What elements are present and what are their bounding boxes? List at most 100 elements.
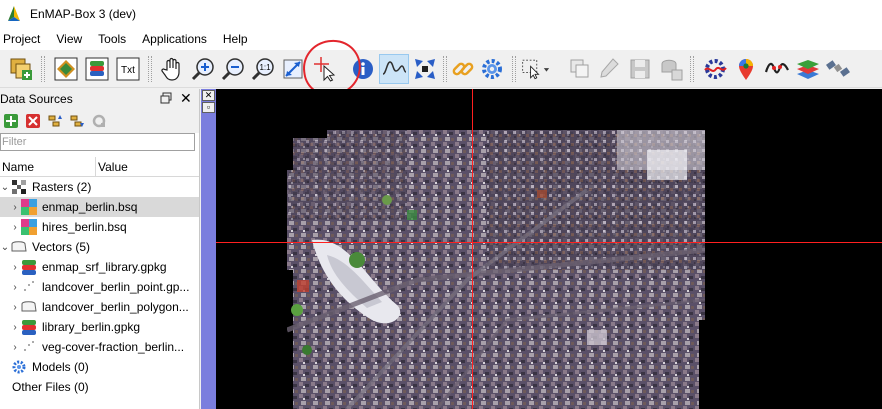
identify-profile-button[interactable] bbox=[379, 54, 409, 84]
raster-image bbox=[287, 130, 705, 409]
refresh-icon bbox=[92, 114, 106, 128]
collapsed-chevron-icon[interactable]: › bbox=[10, 322, 20, 333]
select-map-location-button[interactable] bbox=[311, 54, 341, 84]
center-map-button[interactable] bbox=[410, 54, 440, 84]
collapsed-chevron-icon[interactable]: › bbox=[10, 262, 20, 273]
tree-group-rasters[interactable]: ⌄ Rasters (2) bbox=[0, 177, 199, 197]
select-rectangle-icon bbox=[522, 59, 550, 80]
tree-item-landcover-polygon[interactable]: › landcover_berlin_polygon... bbox=[0, 297, 199, 317]
menu-help[interactable]: Help bbox=[220, 32, 251, 46]
spectral-library-icon bbox=[85, 57, 109, 81]
dock-float-icon[interactable]: ▫ bbox=[202, 102, 215, 113]
tree-item-enmap-srf-library[interactable]: › enmap_srf_library.gpkg bbox=[0, 257, 199, 277]
edit-button[interactable] bbox=[594, 54, 624, 84]
raster-group-icon bbox=[10, 179, 28, 195]
collapsed-chevron-icon[interactable]: › bbox=[10, 302, 20, 313]
window-title: EnMAP-Box 3 (dev) bbox=[30, 7, 137, 21]
settings-button[interactable] bbox=[477, 54, 507, 84]
identify-button[interactable] bbox=[348, 54, 378, 84]
zoom-in-button[interactable] bbox=[188, 54, 218, 84]
tree-item-hires-berlin[interactable]: › hires_berlin.bsq bbox=[0, 217, 199, 237]
tree-group-models[interactable]: Models (0) bbox=[0, 357, 199, 377]
processing-toolbox-button[interactable] bbox=[700, 54, 730, 84]
pan-button[interactable] bbox=[157, 54, 187, 84]
expanded-chevron-icon[interactable]: ⌄ bbox=[0, 242, 10, 253]
satellite-button[interactable] bbox=[823, 54, 853, 84]
tree-label: Models (0) bbox=[32, 360, 89, 374]
gear-icon bbox=[482, 59, 502, 79]
toolbar-separator bbox=[690, 56, 694, 82]
add-feature-button[interactable] bbox=[656, 54, 686, 84]
zoom-full-icon bbox=[283, 59, 303, 79]
collapsed-chevron-icon[interactable]: › bbox=[10, 222, 20, 233]
spectral-profile-button[interactable] bbox=[762, 54, 792, 84]
tree-label: veg-cover-fraction_berlin... bbox=[42, 340, 185, 354]
add-feature-icon bbox=[661, 59, 683, 81]
point-layer-icon bbox=[20, 339, 38, 355]
collapse-all-button[interactable] bbox=[44, 110, 66, 132]
zoom-pixel-scale-button[interactable]: 1:1 bbox=[248, 54, 278, 84]
text-view-icon: Txt bbox=[116, 57, 140, 81]
info-icon bbox=[353, 59, 373, 79]
tree-item-library-berlin[interactable]: › library_berlin.gpkg bbox=[0, 317, 199, 337]
select-features-button[interactable] bbox=[520, 54, 550, 84]
column-name[interactable]: Name bbox=[0, 157, 96, 176]
link-maps-button[interactable] bbox=[448, 54, 478, 84]
menu-view[interactable]: View bbox=[53, 32, 85, 46]
panel-header: Data Sources ✕ bbox=[0, 89, 199, 109]
zoom-out-icon bbox=[221, 58, 244, 81]
data-sources-tree: ⌄ Rasters (2) › enmap_berlin.bsq › hires… bbox=[0, 177, 199, 397]
crosshair-horizontal-line bbox=[216, 242, 882, 243]
remove-source-button[interactable] bbox=[22, 110, 44, 132]
tree-group-other-files[interactable]: Other Files (0) bbox=[0, 377, 199, 397]
expanded-chevron-icon[interactable]: ⌄ bbox=[0, 182, 10, 193]
deselect-features-button[interactable] bbox=[565, 54, 595, 84]
tree-label: Vectors (5) bbox=[32, 240, 91, 254]
panel-toolbar bbox=[0, 109, 199, 133]
tree-label: Other Files (0) bbox=[12, 380, 89, 394]
processing-gear-icon bbox=[704, 59, 727, 79]
zoom-out-button[interactable] bbox=[218, 54, 248, 84]
data-sources-panel: Data Sources ✕ Filter Name Value ⌄ Raste… bbox=[0, 89, 200, 409]
map-canvas[interactable] bbox=[216, 89, 882, 409]
filter-input[interactable]: Filter bbox=[0, 133, 195, 151]
tree-item-landcover-point[interactable]: › landcover_berlin_point.gp... bbox=[0, 277, 199, 297]
tree-group-vectors[interactable]: ⌄ Vectors (5) bbox=[0, 237, 199, 257]
save-edits-button[interactable] bbox=[625, 54, 655, 84]
svg-text:Txt: Txt bbox=[121, 65, 135, 76]
menu-project[interactable]: Project bbox=[0, 32, 43, 46]
add-data-icon bbox=[10, 58, 32, 80]
location-button[interactable] bbox=[731, 54, 761, 84]
layers-button[interactable] bbox=[793, 54, 823, 84]
collapsed-chevron-icon[interactable]: › bbox=[10, 202, 20, 213]
tree-column-header: Name Value bbox=[0, 157, 199, 177]
satellite-icon bbox=[826, 60, 850, 77]
tree-label: landcover_berlin_point.gp... bbox=[42, 280, 190, 294]
collapsed-chevron-icon[interactable]: › bbox=[10, 282, 20, 293]
open-text-view-button[interactable]: Txt bbox=[113, 54, 143, 84]
tree-item-enmap-berlin[interactable]: › enmap_berlin.bsq bbox=[0, 197, 199, 217]
plus-icon bbox=[4, 114, 18, 128]
model-gear-icon bbox=[10, 359, 28, 375]
link-icon bbox=[452, 62, 474, 76]
main-toolbar: Txt 1:1 bbox=[0, 50, 882, 88]
toolbar-separator bbox=[41, 56, 45, 82]
toolbar-separator bbox=[512, 56, 516, 82]
add-source-button[interactable] bbox=[0, 110, 22, 132]
column-value[interactable]: Value bbox=[96, 157, 128, 176]
tree-item-veg-cover-fraction[interactable]: › veg-cover-fraction_berlin... bbox=[0, 337, 199, 357]
menu-tools[interactable]: Tools bbox=[95, 32, 129, 46]
open-map-view-button[interactable] bbox=[51, 54, 81, 84]
open-spectral-library-button[interactable] bbox=[82, 54, 112, 84]
collapsed-chevron-icon[interactable]: › bbox=[10, 342, 20, 353]
zoom-in-icon bbox=[191, 58, 214, 81]
dock-close-icon[interactable]: ✕ bbox=[202, 90, 215, 101]
vector-library-icon bbox=[20, 319, 38, 335]
menu-applications[interactable]: Applications bbox=[139, 32, 210, 46]
refresh-button[interactable] bbox=[88, 110, 110, 132]
float-panel-icon[interactable] bbox=[160, 92, 172, 104]
add-data-source-button[interactable] bbox=[6, 54, 36, 84]
close-panel-icon[interactable]: ✕ bbox=[180, 90, 192, 106]
zoom-full-extent-button[interactable] bbox=[278, 54, 308, 84]
expand-all-button[interactable] bbox=[66, 110, 88, 132]
